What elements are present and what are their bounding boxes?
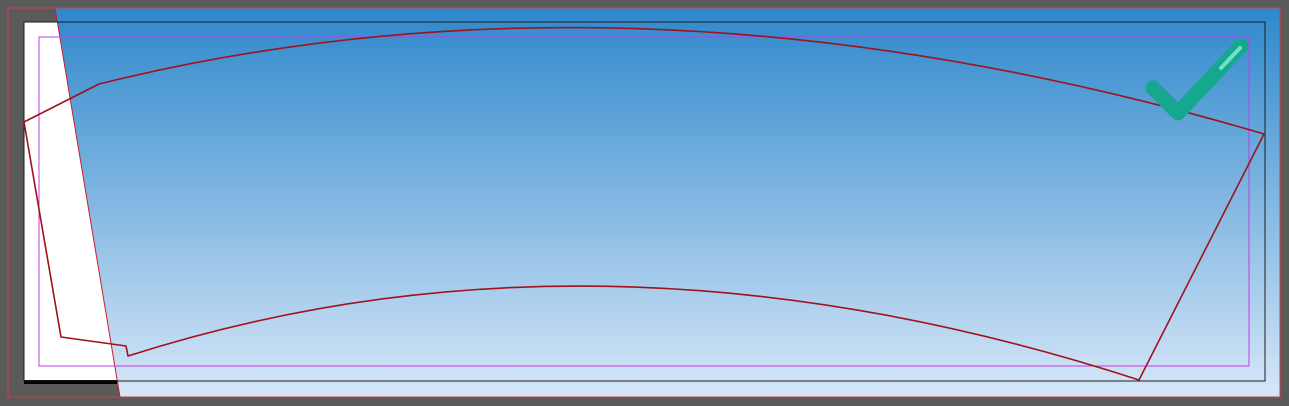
artboard-svg[interactable] <box>0 0 1289 406</box>
design-canvas[interactable] <box>0 0 1289 406</box>
gradient-image-frame[interactable] <box>54 7 1281 398</box>
